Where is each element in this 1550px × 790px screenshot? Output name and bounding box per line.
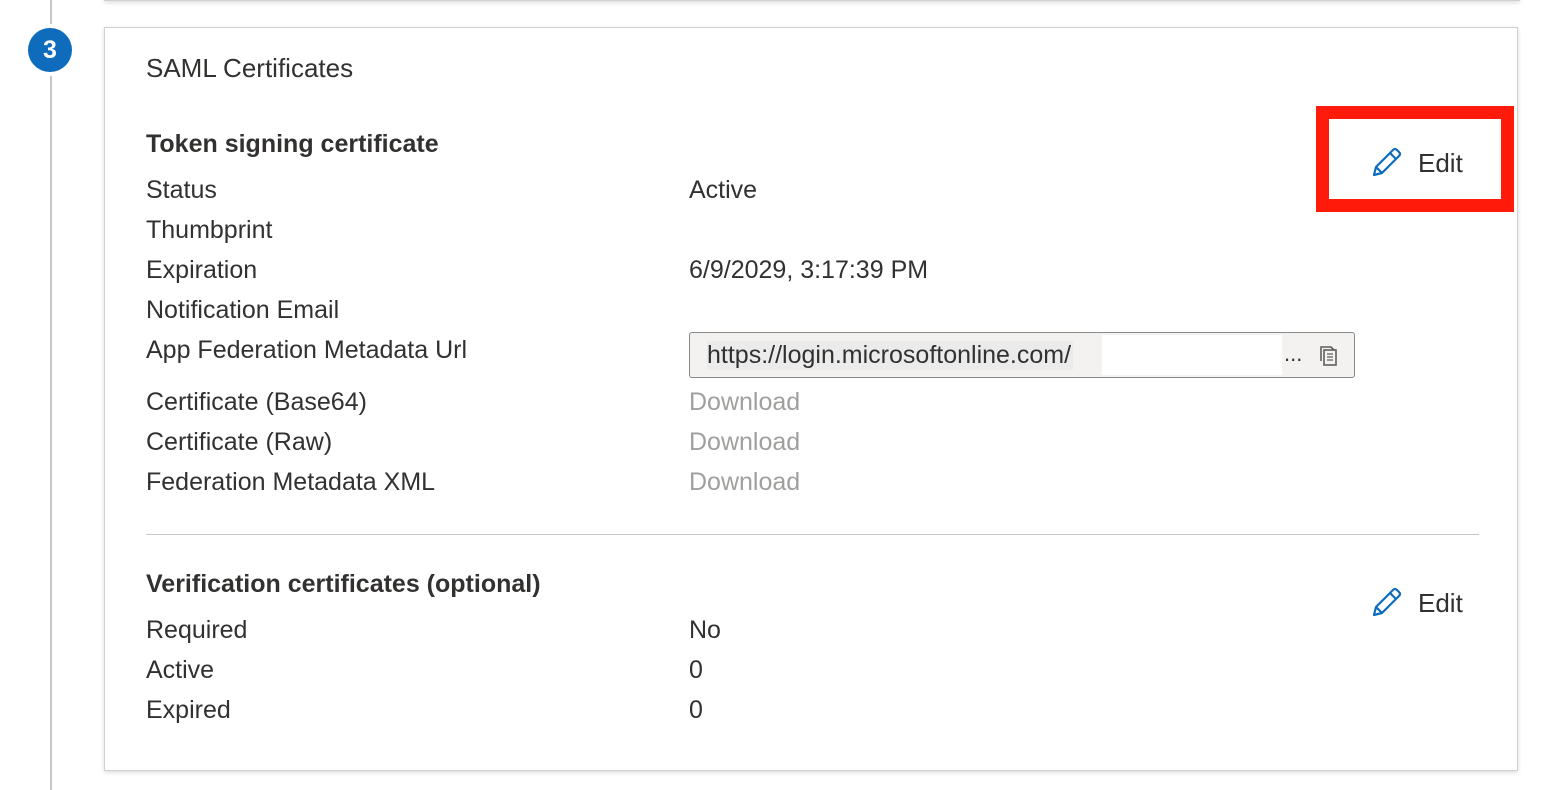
step-connector-line	[50, 0, 52, 790]
cert-raw-row: Certificate (Raw) Download	[146, 428, 1446, 468]
federation-xml-label: Federation Metadata XML	[146, 468, 436, 496]
cert-raw-download-link[interactable]: Download	[689, 428, 800, 457]
token-signing-edit-label: Edit	[1418, 147, 1463, 178]
required-row: Required No	[146, 616, 1446, 656]
step-number-badge: 3	[28, 28, 72, 72]
required-label: Required	[146, 616, 248, 644]
verification-title: Verification certificates (optional)	[146, 570, 541, 598]
federation-xml-download-link[interactable]: Download	[689, 468, 800, 497]
expired-value: 0	[689, 696, 703, 724]
federation-xml-row: Federation Metadata XML Download	[146, 468, 1446, 508]
metadata-url-field[interactable]: https://login.microsoftonline.com/ ...	[689, 332, 1355, 378]
cert-raw-label: Certificate (Raw)	[146, 428, 333, 456]
copy-icon[interactable]	[1316, 343, 1342, 369]
cert-base64-label: Certificate (Base64)	[146, 388, 367, 416]
expiration-value: 6/9/2029, 3:17:39 PM	[689, 256, 929, 284]
metadata-url-value[interactable]: https://login.microsoftonline.com/	[707, 341, 1074, 370]
verification-edit-label: Edit	[1418, 587, 1463, 618]
token-signing-title: Token signing certificate	[146, 130, 439, 158]
active-row: Active 0	[146, 656, 1446, 696]
status-value: Active	[689, 176, 758, 204]
metadata-url-row: App Federation Metadata Url https://logi…	[146, 332, 1446, 378]
expiration-row: Expiration 6/9/2029, 3:17:39 PM	[146, 256, 1446, 296]
status-label: Status	[146, 176, 217, 204]
status-row: Status Active	[146, 176, 1446, 216]
required-value: No	[689, 616, 721, 644]
section-divider	[146, 534, 1479, 535]
expired-row: Expired 0	[146, 696, 1446, 736]
notification-email-label: Notification Email	[146, 296, 340, 324]
expired-label: Expired	[146, 696, 231, 724]
notification-email-row: Notification Email	[146, 296, 1446, 336]
cert-base64-row: Certificate (Base64) Download	[146, 388, 1446, 428]
metadata-url-label: App Federation Metadata Url	[146, 336, 468, 364]
thumbprint-label: Thumbprint	[146, 216, 273, 244]
saml-step-page: 3 SAML Certificates Token signing certif…	[0, 0, 1550, 790]
expiration-label: Expiration	[146, 256, 258, 284]
active-value: 0	[689, 656, 703, 684]
cert-base64-download-link[interactable]: Download	[689, 388, 800, 417]
previous-step-card	[104, 0, 1520, 1]
metadata-url-redacted	[1102, 335, 1282, 375]
metadata-url-ellipsis: ...	[1284, 341, 1303, 366]
active-label: Active	[146, 656, 215, 684]
card-title: SAML Certificates	[146, 53, 354, 83]
saml-certificates-card: SAML Certificates Token signing certific…	[104, 27, 1518, 771]
thumbprint-row: Thumbprint	[146, 216, 1446, 256]
